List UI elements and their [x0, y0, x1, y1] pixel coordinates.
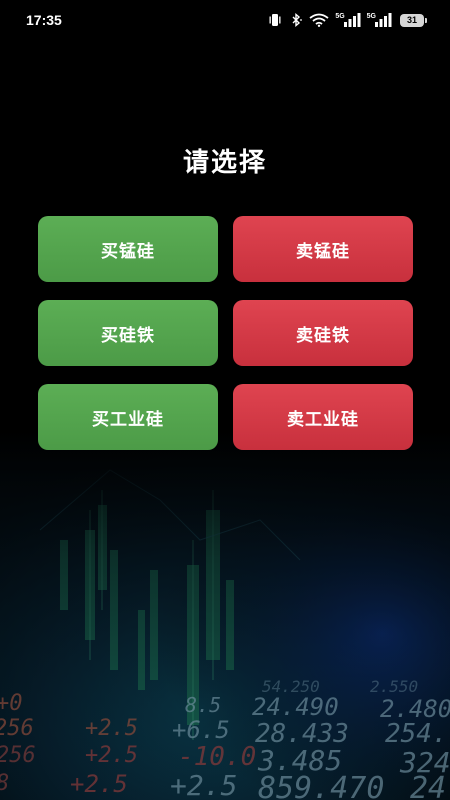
bg-number: -10.0: [178, 742, 256, 772]
screen: 17:35 5G 5G 31 0 8.5 24.490 2.480 54.250…: [0, 0, 450, 800]
bg-number: 2.550: [370, 677, 418, 696]
bg-number: +2.5: [85, 743, 138, 768]
status-icons: 5G 5G 31: [267, 12, 427, 27]
bg-number: 54.250: [262, 677, 320, 696]
vibrate-icon: [267, 13, 283, 27]
bg-number: +6.5: [172, 716, 230, 744]
status-bar: 17:35 5G 5G 31: [0, 0, 450, 40]
bg-number: 8: [0, 771, 9, 796]
bg-number: 859.470: [258, 771, 384, 800]
bg-number: +2.5: [70, 770, 128, 798]
bluetooth-icon: [289, 13, 303, 27]
buy-manganese-silicon-button[interactable]: 买锰硅: [38, 216, 218, 282]
sell-manganese-silicon-button[interactable]: 卖锰硅: [233, 216, 413, 282]
bg-number: +2.5: [85, 716, 138, 741]
signal-icon: 5G: [335, 12, 361, 27]
sell-industrial-silicon-button[interactable]: 卖工业硅: [233, 384, 413, 450]
buy-ferrosilicon-button[interactable]: 买硅铁: [38, 300, 218, 366]
bg-number: 256: [0, 716, 34, 741]
signal-label: 5G: [366, 12, 376, 20]
bg-number: 24.490: [252, 693, 339, 721]
finance-background-image: +0 8.5 24.490 2.480 54.250 2.550 256 +2.…: [0, 430, 450, 800]
bg-number: 8.5: [185, 693, 221, 717]
bg-number: +2.5: [170, 769, 237, 800]
page-title: 请选择: [182, 148, 267, 178]
sell-ferrosilicon-button[interactable]: 卖硅铁: [233, 300, 413, 366]
bg-number: 256: [0, 743, 36, 768]
bg-number: 24: [410, 771, 446, 800]
signal-icon: 5G: [367, 13, 392, 27]
wifi-icon: [309, 13, 329, 27]
status-time: 17:35: [26, 12, 62, 28]
bg-number: 254.: [385, 719, 448, 749]
buy-industrial-silicon-button[interactable]: 买工业硅: [38, 384, 218, 450]
battery-icon: 31: [400, 13, 427, 27]
bg-number: +0: [0, 691, 23, 716]
signal-label: 5G: [335, 12, 345, 20]
